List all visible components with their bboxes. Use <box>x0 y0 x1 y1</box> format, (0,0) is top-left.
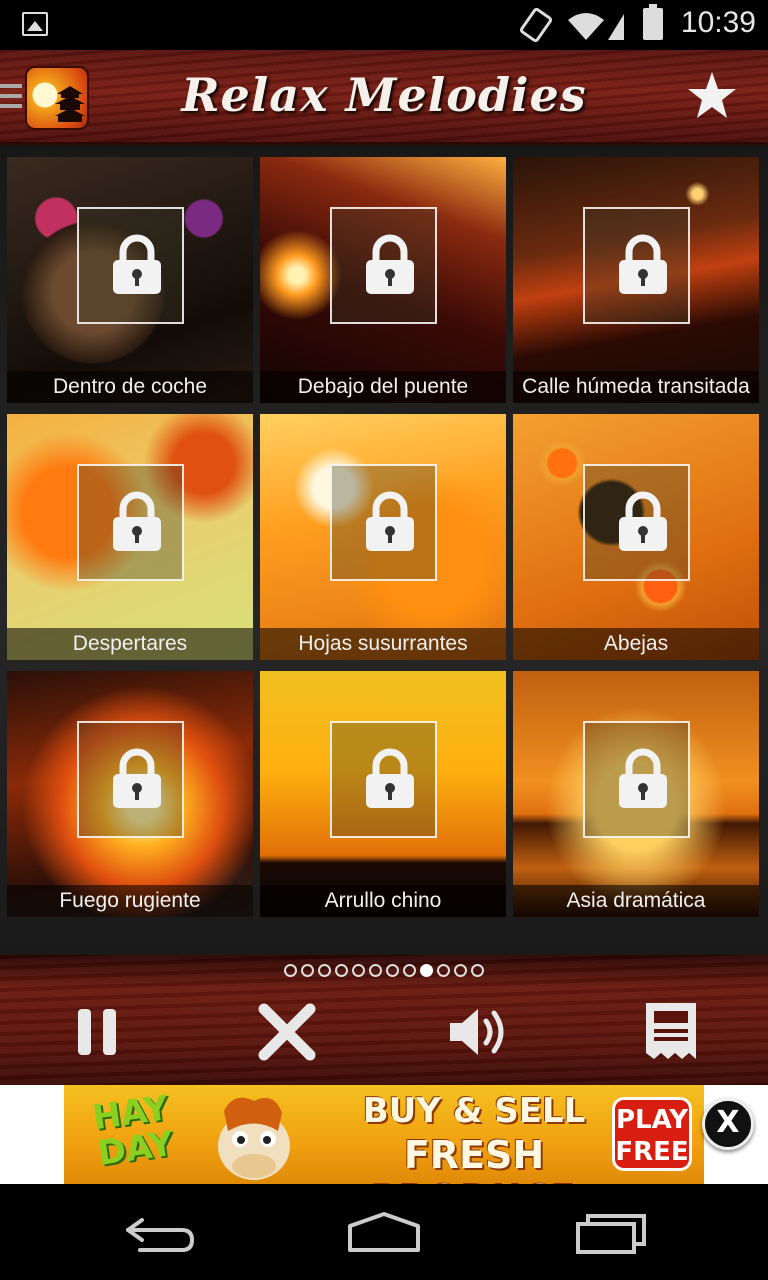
page-dot[interactable] <box>386 964 399 977</box>
tile-label: Hojas susurrantes <box>260 628 506 660</box>
gallery-notification-icon <box>22 12 48 36</box>
status-time: 10:39 <box>680 6 756 39</box>
timer-button[interactable] <box>636 997 706 1067</box>
ad-tagline: BUY & SELL FRESH PRODUCE <box>344 1089 604 1184</box>
favorite-star-icon[interactable] <box>686 70 738 122</box>
battery-icon <box>643 4 663 40</box>
tile-label: Abejas <box>513 628 759 660</box>
ad-cta-line2: FREE <box>615 1137 689 1167</box>
tile-label: Arrullo chino <box>260 885 506 917</box>
sound-tile[interactable]: Despertares <box>7 414 253 660</box>
ad-banner[interactable]: HAY DAY BUY & SELL FRESH PRODUCE PLAY FR… <box>64 1085 704 1184</box>
page-dot-active[interactable] <box>420 964 433 977</box>
pause-button[interactable] <box>62 997 132 1067</box>
ad-cta-line1: PLAY <box>615 1105 689 1135</box>
lock-icon <box>619 491 667 551</box>
sound-tile[interactable]: Hojas susurrantes <box>260 414 506 660</box>
sound-tile[interactable]: Fuego rugiente <box>7 671 253 917</box>
lock-icon <box>113 748 161 808</box>
page-dot[interactable] <box>352 964 365 977</box>
recent-apps-button[interactable] <box>572 1206 652 1258</box>
tile-label: Fuego rugiente <box>7 885 253 917</box>
tile-label: Calle húmeda transitada <box>513 371 759 403</box>
close-icon <box>258 1003 316 1061</box>
sound-tile[interactable]: Asia dramática <box>513 671 759 917</box>
tile-label: Debajo del puente <box>260 371 506 403</box>
lock-icon <box>619 234 667 294</box>
page-dot[interactable] <box>471 964 484 977</box>
volume-icon <box>450 1009 504 1055</box>
lock-icon <box>366 748 414 808</box>
sound-tile[interactable]: Calle húmeda transitada <box>513 157 759 403</box>
system-nav-bar <box>0 1184 768 1280</box>
sound-tile[interactable]: Arrullo chino <box>260 671 506 917</box>
playback-controls <box>0 955 768 1085</box>
app-header: Relax Melodies <box>0 50 768 145</box>
sound-tile[interactable]: Dentro de coche <box>7 157 253 403</box>
clear-sounds-button[interactable] <box>252 997 322 1067</box>
tile-label: Asia dramática <box>513 885 759 917</box>
page-dot[interactable] <box>318 964 331 977</box>
page-dot[interactable] <box>437 964 450 977</box>
page-dot[interactable] <box>284 964 297 977</box>
recent-apps-icon <box>576 1214 646 1254</box>
lock-icon <box>113 491 161 551</box>
sound-tile[interactable]: Abejas <box>513 414 759 660</box>
back-button[interactable] <box>120 1206 200 1258</box>
lock-icon <box>366 234 414 294</box>
lock-icon <box>113 234 161 294</box>
home-icon <box>348 1212 420 1252</box>
ad-play-free-button[interactable]: PLAY FREE <box>612 1097 692 1171</box>
lock-icon <box>366 491 414 551</box>
screen-rotation-icon <box>518 6 554 44</box>
page-dot[interactable] <box>301 964 314 977</box>
home-button[interactable] <box>344 1206 424 1258</box>
ad-tagline-line1: BUY & SELL <box>362 1091 586 1131</box>
page-indicator[interactable] <box>0 962 768 981</box>
ad-close-button[interactable]: X <box>702 1098 754 1150</box>
tile-label: Despertares <box>7 628 253 660</box>
app-title: Relax Melodies <box>181 68 587 122</box>
volume-button[interactable] <box>444 997 514 1067</box>
tile-label: Dentro de coche <box>7 371 253 403</box>
ad-brand: HAY DAY <box>90 1088 176 1174</box>
pause-icon <box>78 1009 116 1055</box>
timer-receipt-icon <box>646 1003 696 1059</box>
sound-tile[interactable]: Debajo del puente <box>260 157 506 403</box>
page-dot[interactable] <box>403 964 416 977</box>
back-icon <box>126 1218 195 1252</box>
page-dot[interactable] <box>369 964 382 977</box>
page-dot[interactable] <box>335 964 348 977</box>
status-bar: 10:39 <box>0 0 768 50</box>
lock-icon <box>619 748 667 808</box>
page-dot[interactable] <box>454 964 467 977</box>
horse-mascot-icon <box>218 1097 290 1180</box>
wifi-signal-icon <box>568 13 624 40</box>
ad-tagline-line2: FRESH PRODUCE <box>371 1133 577 1184</box>
